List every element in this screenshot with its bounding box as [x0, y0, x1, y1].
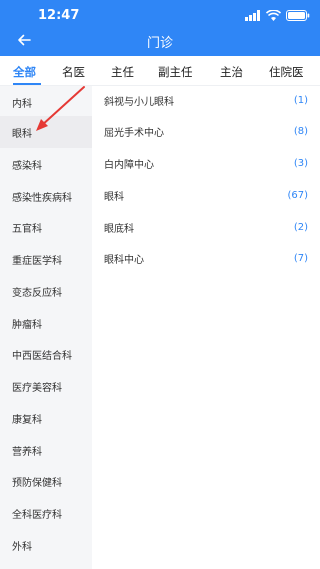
sidebar-item-infectious-disease[interactable]: 感染性疾病科 [0, 180, 92, 212]
sidebar-item-internal-medicine[interactable]: 内科 [0, 86, 92, 118]
wifi-icon [266, 9, 281, 21]
sidebar-item-label: 内科 [12, 98, 32, 110]
sidebar-item-general-practice[interactable]: 全科医疗科 [0, 497, 92, 529]
list-item-label: 眼科 [104, 191, 124, 203]
list-item-label: 斜视与小儿眼科 [104, 96, 174, 108]
sidebar-item-ent[interactable]: 五官科 [0, 211, 92, 243]
list-item[interactable]: 白内障中心 (3) [104, 153, 308, 173]
tab-active-indicator [13, 83, 41, 85]
list-item-count: (8) [293, 125, 308, 137]
status-time: 12:47 [38, 8, 80, 23]
signal-icon [245, 9, 260, 21]
sidebar-item-ophthalmology[interactable]: 眼科 [0, 116, 92, 148]
sidebar-item-label: 重症医学科 [12, 255, 62, 267]
sidebar-item-label: 感染科 [12, 160, 42, 172]
app-header: 12:47 门诊 [0, 0, 320, 56]
list-item-count: (67) [287, 189, 308, 201]
sidebar-item-allergy[interactable]: 变态反应科 [0, 275, 92, 307]
list-item[interactable]: 屈光手术中心 (8) [104, 121, 308, 141]
tab-famous-doctor[interactable]: 名医 [62, 64, 85, 80]
page-title: 门诊 [146, 36, 173, 51]
sidebar-item-label: 眼科 [12, 128, 32, 140]
list-item[interactable]: 斜视与小儿眼科 (1) [104, 90, 308, 110]
list-item-label: 白内障中心 [104, 159, 154, 171]
list-item-label: 眼科中心 [104, 254, 144, 266]
tab-deputy-director[interactable]: 副主任 [158, 64, 193, 80]
list-item-label: 屈光手术中心 [104, 127, 164, 139]
list-item[interactable]: 眼底科 (2) [104, 217, 308, 237]
list-item[interactable]: 眼科中心 (7) [104, 248, 308, 268]
sidebar-item-label: 肿瘤科 [12, 319, 42, 331]
sidebar-item-oncology[interactable]: 肿瘤科 [0, 307, 92, 339]
tab-attending[interactable]: 主治 [220, 64, 243, 80]
sidebar-item-label: 中西医结合科 [12, 350, 72, 362]
sidebar-item-label: 康复科 [12, 414, 42, 426]
battery-icon [286, 9, 310, 21]
sidebar-item-label: 变态反应科 [12, 287, 62, 299]
list-item-count: (3) [293, 157, 308, 169]
sidebar-item-integrated-medicine[interactable]: 中西医结合科 [0, 338, 92, 370]
tab-director[interactable]: 主任 [111, 64, 134, 80]
status-icons [245, 9, 310, 21]
list-item-label: 眼底科 [104, 223, 134, 235]
list-item-count: (1) [293, 94, 308, 106]
sidebar-item-label: 全科医疗科 [12, 509, 62, 521]
sidebar-item-label: 预防保健科 [12, 477, 62, 489]
sidebar-item-label: 感染性疾病科 [12, 192, 72, 204]
sidebar-item-label: 外科 [12, 541, 32, 553]
sidebar-item-label: 五官科 [12, 223, 42, 235]
sidebar-item-cosmetic[interactable]: 医疗美容科 [0, 370, 92, 402]
sidebar-item-infection[interactable]: 感染科 [0, 148, 92, 180]
tab-all[interactable]: 全部 [13, 64, 36, 80]
list-item-count: (7) [293, 252, 308, 264]
sidebar-item-label: 营养科 [12, 446, 42, 458]
sidebar-item-critical-care[interactable]: 重症医学科 [0, 243, 92, 275]
list-item[interactable]: 眼科 (67) [104, 185, 308, 205]
sidebar-item-rehabilitation[interactable]: 康复科 [0, 402, 92, 434]
tab-bar: 全部 名医 主任 副主任 主治 住院医 [0, 56, 320, 86]
department-sidebar: 内科 眼科 感染科 感染性疾病科 五官科 重症医学科 变态反应科 肿瘤科 中西医… [0, 86, 92, 569]
sidebar-item-preventive-care[interactable]: 预防保健科 [0, 465, 92, 497]
tab-resident[interactable]: 住院医 [269, 64, 304, 80]
sidebar-item-surgery[interactable]: 外科 [0, 529, 92, 561]
sidebar-item-label: 医疗美容科 [12, 382, 62, 394]
list-item-count: (2) [293, 221, 308, 233]
sidebar-item-nutrition[interactable]: 营养科 [0, 434, 92, 466]
